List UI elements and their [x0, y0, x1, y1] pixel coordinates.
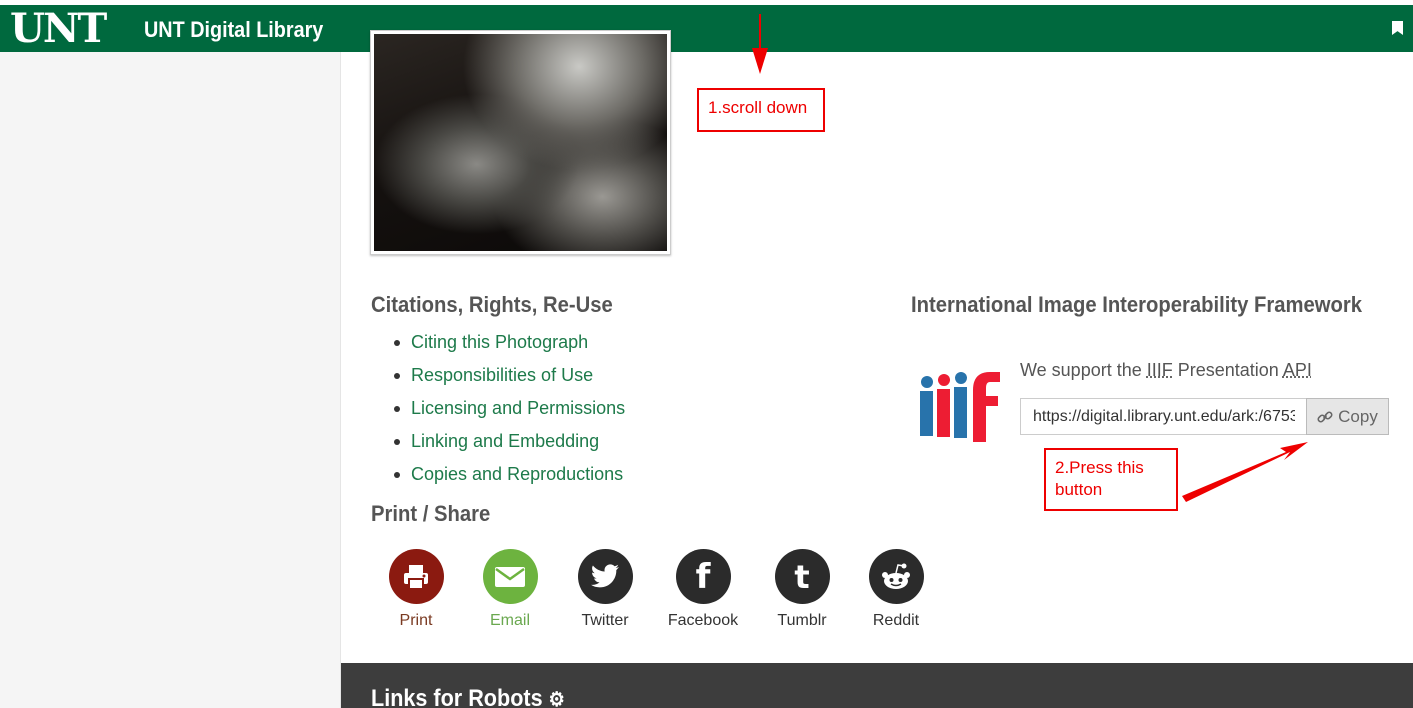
- iiif-abbr: IIIF: [1147, 360, 1173, 380]
- share-twitter-label: Twitter: [557, 612, 653, 630]
- iiif-url-input[interactable]: [1020, 398, 1307, 435]
- iiif-heading: International Image Interoperability Fra…: [911, 292, 1362, 318]
- iiif-support-text: We support the IIIF Presentation API: [1020, 360, 1312, 381]
- link-icon: [1317, 409, 1333, 425]
- copy-button-label: Copy: [1338, 407, 1378, 427]
- share-tumblr-label: Tumblr: [754, 612, 850, 630]
- tumblr-icon[interactable]: t: [775, 549, 830, 604]
- link-copies[interactable]: Copies and Reproductions: [394, 463, 625, 496]
- left-sidebar: [0, 52, 341, 708]
- twitter-icon[interactable]: [578, 549, 633, 604]
- link-linking[interactable]: Linking and Embedding: [394, 430, 625, 463]
- share-print-label: Print: [368, 612, 464, 630]
- share-facebook-label: Facebook: [655, 612, 751, 630]
- print-share-heading: Print / Share: [371, 501, 490, 527]
- site-title[interactable]: UNT Digital Library: [144, 17, 323, 43]
- share-facebook[interactable]: f Facebook: [655, 549, 751, 630]
- citations-list: Citing this Photograph Responsibilities …: [394, 331, 625, 496]
- annotation-step2: 2.Press this button: [1044, 448, 1178, 511]
- photo-thumbnail[interactable]: [370, 30, 671, 255]
- share-email-label: Email: [462, 612, 558, 630]
- copy-button[interactable]: Copy: [1306, 398, 1389, 435]
- share-print[interactable]: Print: [368, 549, 464, 630]
- reddit-icon[interactable]: [869, 549, 924, 604]
- robots-footer: Links for Robots ⚙: [341, 663, 1413, 708]
- link-licensing[interactable]: Licensing and Permissions: [394, 397, 625, 430]
- citations-heading: Citations, Rights, Re-Use: [371, 292, 613, 318]
- gears-icon: ⚙: [549, 689, 565, 708]
- share-tumblr[interactable]: t Tumblr: [754, 549, 850, 630]
- share-twitter[interactable]: Twitter: [557, 549, 653, 630]
- iiif-logo-icon: [918, 368, 1003, 446]
- share-reddit[interactable]: Reddit: [848, 549, 944, 630]
- annotation-step1: 1.scroll down: [697, 88, 825, 132]
- share-email[interactable]: Email: [462, 549, 558, 630]
- envelope-icon[interactable]: [483, 549, 538, 604]
- api-abbr: API: [1283, 360, 1312, 380]
- link-responsibilities[interactable]: Responsibilities of Use: [394, 364, 625, 397]
- robots-heading: Links for Robots ⚙: [371, 685, 565, 708]
- photo-image: [374, 34, 667, 251]
- unt-logo[interactable]: UNT: [10, 8, 105, 50]
- print-icon[interactable]: [389, 549, 444, 604]
- link-citing[interactable]: Citing this Photograph: [394, 331, 625, 364]
- facebook-icon[interactable]: f: [676, 549, 731, 604]
- top-bar: UNT UNT Digital Library: [0, 5, 1413, 52]
- bookmark-icon[interactable]: [1392, 21, 1403, 35]
- share-reddit-label: Reddit: [848, 612, 944, 630]
